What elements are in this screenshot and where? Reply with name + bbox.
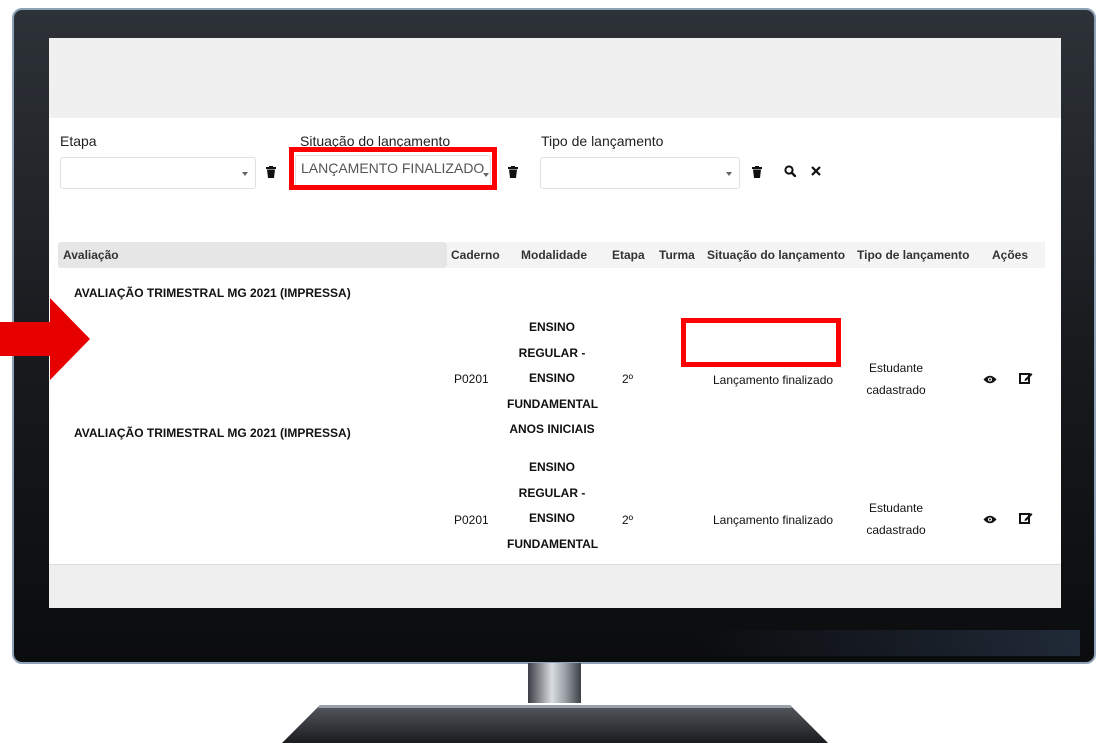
close-icon[interactable] bbox=[811, 166, 821, 176]
trash-icon[interactable] bbox=[752, 166, 762, 178]
row-avaliacao: AVALIAÇÃO TRIMESTRAL MG 2021 (IMPRESSA) bbox=[74, 426, 351, 440]
highlight-box-situacao bbox=[681, 318, 841, 367]
row-etapa: 2º bbox=[622, 513, 634, 527]
row-caderno: P0201 bbox=[454, 513, 489, 527]
edit-icon[interactable] bbox=[1019, 511, 1033, 525]
column-header-avaliacao[interactable]: Avaliação bbox=[63, 248, 119, 262]
row-etapa: 2º bbox=[622, 372, 634, 386]
chevron-down-icon[interactable] bbox=[242, 172, 248, 176]
screen: Etapa Situação do lançamento LANÇAMENTO … bbox=[49, 38, 1061, 608]
eye-icon[interactable] bbox=[983, 515, 997, 524]
column-header-caderno[interactable]: Caderno bbox=[451, 248, 500, 262]
search-icon[interactable] bbox=[784, 165, 796, 177]
main-content: Etapa Situação do lançamento LANÇAMENTO … bbox=[49, 118, 1061, 576]
column-header-acoes: Ações bbox=[992, 248, 1029, 262]
tipo-select[interactable] bbox=[540, 157, 740, 189]
etapa-select[interactable] bbox=[60, 157, 256, 189]
row-modalidade: ENSINO REGULAR - ENSINO FUNDAMENTAL ANOS… bbox=[507, 320, 599, 437]
monitor-stand-base bbox=[282, 705, 828, 743]
etapa-filter-label: Etapa bbox=[60, 133, 97, 149]
trash-icon[interactable] bbox=[508, 166, 518, 178]
column-header-situacao[interactable]: Situação do lançamento bbox=[707, 248, 845, 262]
row-tipo: Estudante cadastrado bbox=[866, 361, 926, 397]
row-avaliacao: AVALIAÇÃO TRIMESTRAL MG 2021 (IMPRESSA) bbox=[74, 286, 351, 300]
column-header-tipo[interactable]: Tipo de lançamento bbox=[857, 248, 969, 262]
eye-icon[interactable] bbox=[983, 375, 997, 384]
column-header-etapa[interactable]: Etapa bbox=[612, 248, 645, 262]
trash-icon[interactable] bbox=[266, 166, 276, 178]
highlight-box-filter bbox=[289, 147, 497, 190]
app-header bbox=[49, 38, 1061, 118]
app-footer bbox=[49, 564, 1061, 608]
tipo-filter-label: Tipo de lançamento bbox=[541, 133, 664, 149]
row-tipo: Estudante cadastrado bbox=[866, 501, 926, 537]
row-situacao: Lançamento finalizado bbox=[713, 513, 834, 527]
column-header-modalidade[interactable]: Modalidade bbox=[521, 248, 587, 262]
row-situacao: Lançamento finalizado bbox=[713, 373, 834, 387]
arrow-right-icon bbox=[0, 298, 90, 380]
monitor-stand-neck bbox=[528, 663, 581, 703]
column-header-turma[interactable]: Turma bbox=[659, 248, 695, 262]
chevron-down-icon[interactable] bbox=[726, 172, 732, 176]
edit-icon[interactable] bbox=[1019, 371, 1033, 385]
row-caderno: P0201 bbox=[454, 372, 489, 386]
